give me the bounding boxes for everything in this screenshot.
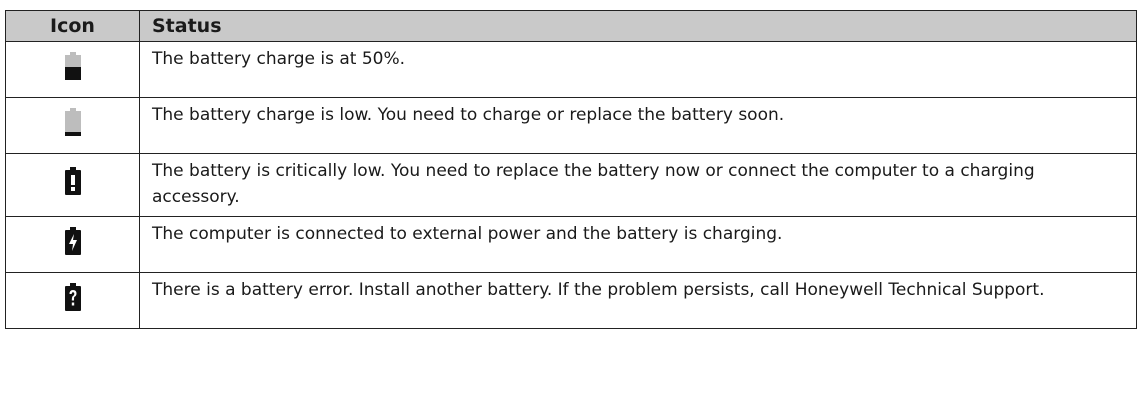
battery-charging-icon [64,226,81,255]
battery-error-icon [64,282,81,311]
status-text: There is a battery error. Install anothe… [139,272,1137,329]
status-text: The battery charge is low. You need to c… [139,97,1137,154]
battery-low-icon [64,107,81,136]
status-text: The battery is critically low. You need … [139,153,1137,217]
table-row: The battery charge is low. You need to c… [5,97,1137,154]
battery-critical-icon [64,167,81,195]
table-row: There is a battery error. Install anothe… [5,272,1137,329]
battery-status-table: Icon Status The battery charge is at 50%… [5,10,1137,329]
table-header-row: Icon Status [5,10,1137,42]
header-status: Status [139,10,1137,42]
table-row: The battery is critically low. You need … [5,153,1137,217]
battery-half-icon [64,51,81,80]
table-row: The computer is connected to external po… [5,216,1137,273]
header-icon: Icon [5,10,140,42]
table-row: The battery charge is at 50%. [5,41,1137,98]
status-text: The battery charge is at 50%. [139,41,1137,98]
status-text: The computer is connected to external po… [139,216,1137,273]
